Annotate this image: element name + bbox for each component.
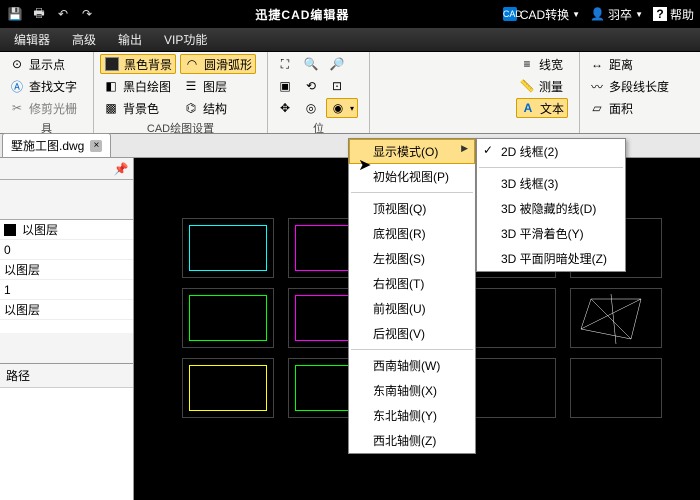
struct-icon: ⌬ xyxy=(183,100,199,116)
lineweight[interactable]: ≡线宽 xyxy=(516,54,568,74)
menu-vip[interactable]: VIP功能 xyxy=(154,28,217,51)
mi-3d-hidden[interactable]: 3D 被隐藏的线(D) xyxy=(477,196,625,221)
list-item: 以图层 xyxy=(0,260,133,280)
ribbon: ⊙显示点 Ⓐ查找文字 ✂修剪光栅 具 黑色背景 ◧黑白绘图 ▩背景色 ◠圆滑弧形… xyxy=(0,52,700,134)
help-link[interactable]: ?帮助 xyxy=(653,6,694,23)
user-menu[interactable]: 👤羽卒▼ xyxy=(590,6,643,23)
mi-ne-iso[interactable]: 东北轴侧(Y) xyxy=(349,403,475,428)
mi-3d-wireframe[interactable]: 3D 线框(3) xyxy=(477,171,625,196)
orbit-icon: ◎ xyxy=(303,100,319,116)
side-panel: 📌 以图层 0 以图层 1 以图层 路径 xyxy=(0,158,134,500)
list-item: 0 xyxy=(0,240,133,260)
group-label-cad-settings: CAD绘图设置 xyxy=(100,118,261,138)
area-icon: ▱ xyxy=(589,100,605,116)
mi-se-iso[interactable]: 东南轴侧(X) xyxy=(349,378,475,403)
bw-draw[interactable]: ◧黑白绘图 xyxy=(100,76,176,96)
menu-editor[interactable]: 编辑器 xyxy=(4,28,60,51)
undo-icon[interactable]: ↶ xyxy=(52,3,74,25)
zoom-out[interactable]: 🔎 xyxy=(326,54,358,74)
smooth-arc[interactable]: ◠圆滑弧形 xyxy=(180,54,256,74)
menu-output[interactable]: 输出 xyxy=(108,28,152,51)
text-tool[interactable]: A文本 xyxy=(516,98,568,118)
mi-front-view[interactable]: 前视图(U) xyxy=(349,296,475,321)
zoom-in-icon: 🔍 xyxy=(303,56,319,72)
arc-icon: ◠ xyxy=(184,56,200,72)
distance[interactable]: ↔距离 xyxy=(586,54,672,74)
view-dropdown[interactable]: ◉▾ xyxy=(326,98,358,118)
pan-icon: ✥ xyxy=(277,100,293,116)
redo-icon[interactable]: ↷ xyxy=(76,3,98,25)
zoom-extents[interactable]: ⛶ xyxy=(274,54,296,74)
measure[interactable]: 📏测量 xyxy=(516,76,568,96)
print-icon[interactable]: 🖶 xyxy=(28,3,50,25)
trim-icon: ✂ xyxy=(9,100,25,116)
layer-list[interactable]: 以图层 0 以图层 1 以图层 xyxy=(0,220,133,333)
mi-2d-wireframe[interactable]: 2D 线框(2) xyxy=(477,139,625,164)
app-title: 迅捷CAD编辑器 xyxy=(102,6,503,23)
find-icon: Ⓐ xyxy=(9,78,25,94)
pin-icon[interactable]: 📌 xyxy=(113,161,129,177)
menu-bar: 编辑器 高级 输出 VIP功能 xyxy=(0,28,700,52)
path-label: 路径 xyxy=(0,363,133,387)
close-icon[interactable]: × xyxy=(90,140,102,152)
lw-icon: ≡ xyxy=(519,56,535,72)
list-item: 以图层 xyxy=(0,300,133,320)
mi-3d-flat[interactable]: 3D 平面阴暗处理(Z) xyxy=(477,246,625,271)
show-points[interactable]: ⊙显示点 xyxy=(6,54,80,74)
structure-btn[interactable]: ⌬结构 xyxy=(180,98,256,118)
text-icon: A xyxy=(520,100,536,116)
list-item: 1 xyxy=(0,280,133,300)
polyline-len[interactable]: 〰多段线长度 xyxy=(586,76,672,96)
measure-icon: 📏 xyxy=(519,78,535,94)
mi-sw-iso[interactable]: 西南轴侧(W) xyxy=(349,353,475,378)
mi-nw-iso[interactable]: 西北轴侧(Z) xyxy=(349,428,475,453)
mi-left-view[interactable]: 左视图(S) xyxy=(349,246,475,271)
zoom-in[interactable]: 🔍 xyxy=(300,54,322,74)
blackbg-icon xyxy=(105,57,119,71)
zoom-ext-icon: ⛶ xyxy=(277,56,293,72)
cad-convert-link[interactable]: CADCAD转换▼ xyxy=(503,6,580,23)
trim-raster[interactable]: ✂修剪光栅 xyxy=(6,98,80,118)
point-icon: ⊙ xyxy=(9,56,25,72)
group-label-view: 位 xyxy=(274,118,363,138)
mouse-cursor: ➤ xyxy=(358,155,371,175)
zoom-win-icon: ▣ xyxy=(277,78,293,94)
mi-bottom-view[interactable]: 底视图(R) xyxy=(349,221,475,246)
color-swatch xyxy=(4,224,16,236)
pan[interactable]: ✥ xyxy=(274,98,296,118)
zoom-out-icon: 🔎 xyxy=(329,56,345,72)
black-bg[interactable]: 黑色背景 xyxy=(100,54,176,74)
menu-advanced[interactable]: 高级 xyxy=(62,28,106,51)
save-icon[interactable]: 💾 xyxy=(4,3,26,25)
tab-document[interactable]: 墅施工图.dwg × xyxy=(2,133,111,157)
zoom-prev[interactable]: ⟲ xyxy=(300,76,322,96)
zoom-all[interactable]: ⊡ xyxy=(326,76,358,96)
dist-icon: ↔ xyxy=(589,56,605,72)
bw-icon: ◧ xyxy=(103,78,119,94)
bgcolor-icon: ▩ xyxy=(103,100,119,116)
pline-icon: 〰 xyxy=(589,78,605,94)
area[interactable]: ▱面积 xyxy=(586,98,672,118)
mi-back-view[interactable]: 后视图(V) xyxy=(349,321,475,346)
mi-top-view[interactable]: 顶视图(Q) xyxy=(349,196,475,221)
view-menu-popup: 显示模式(O) 初始化视图(P) 顶视图(Q) 底视图(R) 左视图(S) 右视… xyxy=(348,138,476,454)
mi-right-view[interactable]: 右视图(T) xyxy=(349,271,475,296)
zoom-window[interactable]: ▣ xyxy=(274,76,296,96)
zoom-all-icon: ⊡ xyxy=(329,78,345,94)
zoom-prev-icon: ⟲ xyxy=(303,78,319,94)
tab-label: 墅施工图.dwg xyxy=(11,137,84,154)
bg-color[interactable]: ▩背景色 xyxy=(100,98,176,118)
orbit[interactable]: ◎ xyxy=(300,98,322,118)
layers-icon: ☰ xyxy=(183,78,199,94)
display-mode-submenu: 2D 线框(2) 3D 线框(3) 3D 被隐藏的线(D) 3D 平滑着色(Y)… xyxy=(476,138,626,272)
list-item: 以图层 xyxy=(0,220,133,240)
layers-btn[interactable]: ☰图层 xyxy=(180,76,256,96)
find-text[interactable]: Ⓐ查找文字 xyxy=(6,76,80,96)
mi-3d-smooth[interactable]: 3D 平滑着色(Y) xyxy=(477,221,625,246)
title-bar: 💾 🖶 ↶ ↷ 迅捷CAD编辑器 CADCAD转换▼ 👤羽卒▼ ?帮助 xyxy=(0,0,700,28)
view-icon: ◉ xyxy=(330,100,346,116)
